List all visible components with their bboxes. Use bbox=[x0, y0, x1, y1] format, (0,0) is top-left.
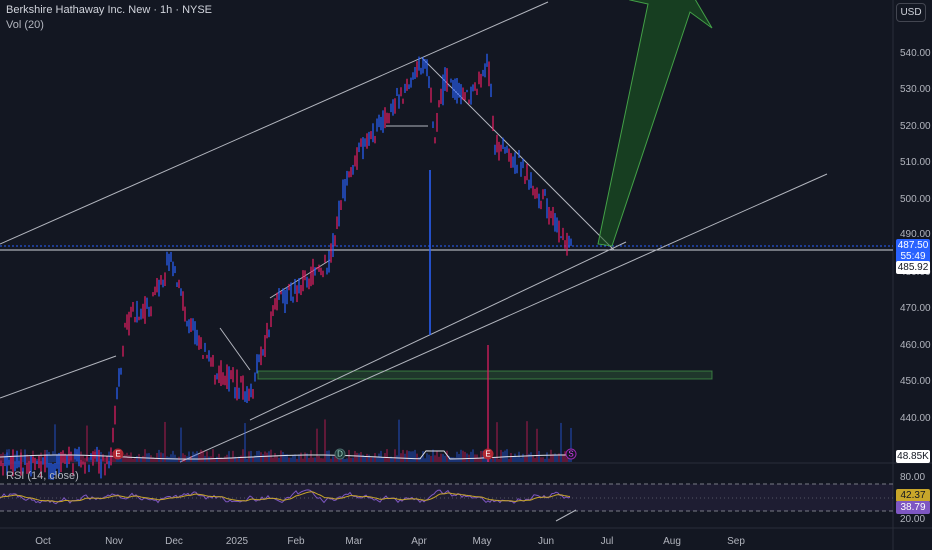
rsi-divergence-line bbox=[555, 509, 577, 522]
price-tick: 520.00 bbox=[900, 121, 931, 132]
support-zone bbox=[257, 370, 713, 380]
rsi-legend[interactable]: RSI (14, close) bbox=[6, 470, 79, 482]
falling-trendline bbox=[421, 57, 615, 251]
time-label: Sep bbox=[727, 536, 745, 547]
time-label: May bbox=[472, 536, 492, 547]
rising-trendline-2 bbox=[249, 241, 627, 421]
time-label: Aug bbox=[663, 536, 681, 547]
upper-channel-line bbox=[0, 1, 549, 245]
time-label: Jul bbox=[600, 536, 614, 547]
price-tick: 460.00 bbox=[900, 340, 931, 351]
rsi-tick: 80.00 bbox=[900, 472, 926, 483]
projection-arrow bbox=[597, 0, 713, 247]
time-label: Mar bbox=[345, 536, 363, 547]
price-tick: 450.00 bbox=[900, 376, 931, 387]
chart-canvas[interactable] bbox=[0, 0, 932, 550]
short-trendline bbox=[219, 327, 251, 371]
price-tick: 510.00 bbox=[900, 157, 931, 168]
rising-trendline bbox=[179, 173, 828, 463]
rsi-value-tag: 38.79 bbox=[896, 501, 930, 514]
price-tick: 540.00 bbox=[900, 48, 931, 59]
time-label: Feb bbox=[287, 536, 305, 547]
time-label: Nov bbox=[105, 536, 123, 547]
price-tick: 530.00 bbox=[900, 84, 931, 95]
price-tick: 500.00 bbox=[900, 194, 931, 205]
volume-value-tag: 48.85K bbox=[896, 450, 930, 463]
time-label: Jun bbox=[537, 536, 555, 547]
dividend-marker[interactable]: D bbox=[334, 448, 346, 460]
rsi-tick: 20.00 bbox=[900, 514, 926, 525]
price-tick: 440.00 bbox=[900, 413, 931, 424]
volume-legend[interactable]: Vol (20) bbox=[6, 19, 44, 31]
rsi-band bbox=[0, 484, 893, 511]
time-label: Oct bbox=[35, 536, 51, 547]
symbol-legend-title[interactable]: Berkshire Hathaway Inc. New · 1h · NYSE bbox=[6, 4, 212, 16]
horizontal-line-price-tag: 485.92 bbox=[896, 261, 930, 274]
currency-button[interactable]: USD bbox=[896, 3, 926, 22]
time-label: Dec bbox=[165, 536, 183, 547]
earnings-marker[interactable]: E bbox=[482, 448, 494, 460]
time-label: 2025 bbox=[225, 536, 249, 547]
lower-channel-line bbox=[0, 355, 117, 399]
price-tick: 470.00 bbox=[900, 303, 931, 314]
event-marker[interactable]: S bbox=[565, 448, 577, 460]
time-label: Apr bbox=[411, 536, 427, 547]
earnings-marker[interactable]: E bbox=[112, 448, 124, 460]
